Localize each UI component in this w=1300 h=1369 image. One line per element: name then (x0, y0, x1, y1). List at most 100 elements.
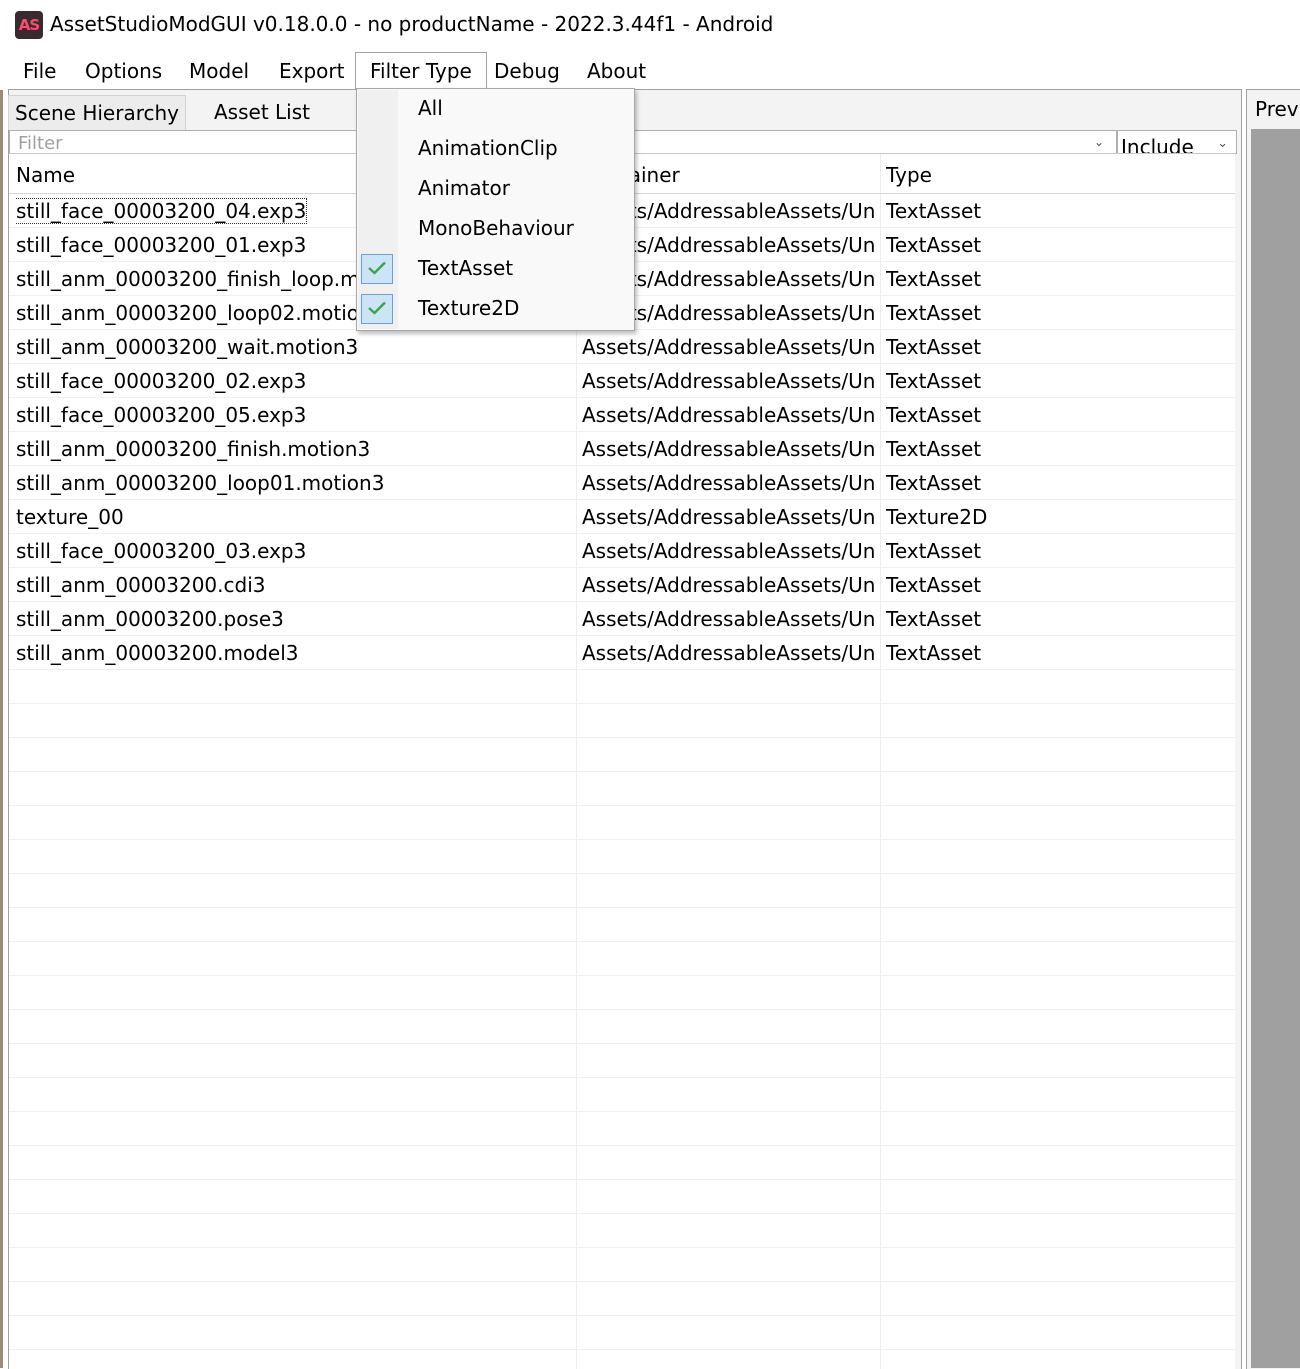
asset-name: still_anm_00003200.pose3 (16, 607, 284, 631)
asset-container: Assets/AddressableAssets/Un... (582, 403, 874, 427)
menu-export[interactable]: Export (265, 52, 358, 88)
table-row[interactable]: still_face_00003200_03.exp3 Assets/Addres… (9, 534, 1235, 568)
filter-type-texture2d[interactable]: Texture2D (357, 289, 634, 329)
menu-about[interactable]: About (573, 52, 660, 88)
asset-type: TextAsset (886, 335, 982, 359)
asset-container: Assets/AddressableAssets/Un... (582, 641, 874, 665)
empty-row (9, 1214, 1235, 1248)
filter-type-all[interactable]: All (357, 89, 634, 129)
asset-name: still_face_00003200_03.exp3 (16, 539, 307, 563)
asset-type: Texture2D (886, 505, 988, 529)
asset-container: Assets/AddressableAssets/Un... (582, 573, 874, 597)
asset-type: TextAsset (886, 437, 982, 461)
empty-row (9, 908, 1235, 942)
asset-name: still_anm_00003200_wait.motion3 (16, 335, 359, 359)
menu-item-label: AnimationClip (418, 136, 558, 160)
asset-name: still_anm_00003200_loop02.motion3 (16, 301, 385, 325)
asset-container: Assets/AddressableAssets/Un... (582, 335, 874, 359)
asset-container: Assets/AddressableAssets/Un... (582, 471, 874, 495)
asset-type: TextAsset (886, 641, 982, 665)
tab-scene-hierarchy[interactable]: Scene Hierarchy (8, 95, 187, 130)
asset-list-view[interactable]: Name Container Type still_face_00003200_… (9, 153, 1235, 1369)
asset-type: TextAsset (886, 539, 982, 563)
menu-item-label: MonoBehaviour (418, 216, 574, 240)
tab-asset-list[interactable]: Asset List (208, 95, 316, 129)
empty-row (9, 1078, 1235, 1112)
asset-name: still_anm_00003200_finish.motion3 (16, 437, 371, 461)
filter-type-animator[interactable]: Animator (357, 169, 634, 209)
window-title: AssetStudioModGUI v0.18.0.0 - no product… (50, 12, 774, 36)
asset-type: TextAsset (886, 233, 982, 257)
asset-type: TextAsset (886, 471, 982, 495)
asset-name: still_face_00003200_04.exp3 (16, 198, 308, 224)
empty-row (9, 976, 1235, 1010)
desktop-edge (0, 40, 3, 1368)
filter-type-menu: All AnimationClip Animator MonoBehaviour… (356, 88, 635, 331)
checkmark-icon (361, 294, 393, 324)
menu-item-label: Animator (418, 176, 510, 200)
filter-type-textasset[interactable]: TextAsset (357, 249, 634, 289)
empty-row (9, 1350, 1235, 1369)
app-icon: AS (15, 11, 43, 39)
empty-row (9, 1248, 1235, 1282)
filter-mode-value: Include (1121, 135, 1194, 154)
empty-row (9, 704, 1235, 738)
empty-row (9, 1112, 1235, 1146)
preview-area[interactable] (1251, 129, 1300, 1368)
menu-item-label: TextAsset (418, 256, 514, 280)
asset-name: still_face_00003200_01.exp3 (16, 233, 307, 257)
table-row[interactable]: still_anm_00003200.model3 Assets/Addressa… (9, 636, 1235, 670)
empty-row (9, 738, 1235, 772)
asset-name: still_anm_00003200_loop01.motion3 (16, 471, 385, 495)
menu-item-label: Texture2D (418, 296, 520, 320)
checkmark-icon (361, 254, 393, 284)
asset-container: Assets/AddressableAssets/Un... (582, 607, 874, 631)
asset-name: still_face_00003200_05.exp3 (16, 403, 307, 427)
asset-name: still_anm_00003200.cdi3 (16, 573, 266, 597)
table-row[interactable]: texture_00 Assets/AddressableAssets/Un...… (9, 500, 1235, 534)
filter-placeholder: Filter (18, 133, 63, 154)
table-row[interactable]: still_anm_00003200_wait.motion3 Assets/Ad… (9, 330, 1235, 364)
asset-type: TextAsset (886, 403, 982, 427)
empty-row (9, 1146, 1235, 1180)
table-row[interactable]: still_face_00003200_05.exp3 Assets/Addres… (9, 398, 1235, 432)
menu-item-label: All (418, 96, 443, 120)
table-row[interactable]: still_anm_00003200_finish.motion3 Assets/… (9, 432, 1235, 466)
asset-rows: still_face_00003200_04.exp3 Assets/Addres… (9, 194, 1235, 1369)
table-row[interactable]: still_anm_00003200_loop01.motion3 Assets/… (9, 466, 1235, 500)
preview-label: Preview (1255, 97, 1300, 121)
column-header-type[interactable]: Type (886, 154, 1226, 192)
empty-row (9, 806, 1235, 840)
asset-name: texture_00 (16, 505, 124, 529)
empty-row (9, 1044, 1235, 1078)
asset-type: TextAsset (886, 199, 982, 223)
asset-type: TextAsset (886, 301, 982, 325)
menu-filter-type[interactable]: Filter Type (355, 52, 487, 89)
asset-name: still_face_00003200_02.exp3 (16, 369, 307, 393)
asset-type: TextAsset (886, 573, 982, 597)
menu-model[interactable]: Model (175, 52, 263, 88)
asset-type: TextAsset (886, 369, 982, 393)
asset-container: Assets/AddressableAssets/Un... (582, 369, 874, 393)
filter-mode-select[interactable]: Include ⌄ (1117, 130, 1237, 154)
menu-debug[interactable]: Debug (480, 52, 574, 88)
table-row[interactable]: still_anm_00003200.cdi3 Assets/Addressabl… (9, 568, 1235, 602)
filter-type-monobehaviour[interactable]: MonoBehaviour (357, 209, 634, 249)
table-row[interactable]: still_face_00003200_02.exp3 Assets/Addres… (9, 364, 1235, 398)
asset-name: still_anm_00003200.model3 (16, 641, 299, 665)
menu-options[interactable]: Options (71, 52, 176, 88)
menu-bar: File Options Model Export Filter Type De… (0, 52, 1300, 90)
filter-type-animationclip[interactable]: AnimationClip (357, 129, 634, 169)
asset-type: TextAsset (886, 267, 982, 291)
filter-history-chevron-icon[interactable]: ⌄ (1094, 135, 1104, 149)
chevron-down-icon: ⌄ (1217, 136, 1228, 151)
empty-row (9, 772, 1235, 806)
empty-row (9, 942, 1235, 976)
empty-row (9, 874, 1235, 908)
table-row[interactable]: still_anm_00003200.pose3 Assets/Addressab… (9, 602, 1235, 636)
empty-row (9, 1316, 1235, 1350)
empty-row (9, 1010, 1235, 1044)
menu-file[interactable]: File (9, 52, 70, 88)
empty-row (9, 670, 1235, 704)
empty-row (9, 1282, 1235, 1316)
